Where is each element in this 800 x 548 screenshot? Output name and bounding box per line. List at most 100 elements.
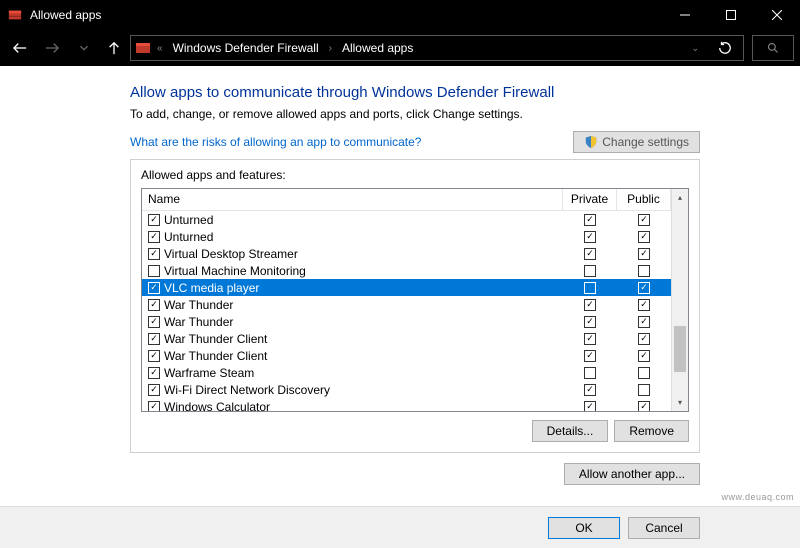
search-icon — [767, 42, 779, 54]
table-row[interactable]: VLC media player — [142, 279, 671, 296]
remove-button[interactable]: Remove — [614, 420, 689, 442]
enabled-checkbox[interactable] — [148, 333, 160, 345]
app-name: VLC media player — [162, 281, 563, 295]
public-checkbox[interactable] — [638, 401, 650, 412]
table-row[interactable]: Windows Calculator — [142, 398, 671, 411]
public-checkbox[interactable] — [638, 214, 650, 226]
window-title: Allowed apps — [30, 8, 101, 22]
panel-title: Allowed apps and features: — [141, 168, 689, 182]
enabled-checkbox[interactable] — [148, 401, 160, 412]
private-checkbox[interactable] — [584, 384, 596, 396]
chevron-down-icon[interactable]: ⌄ — [683, 43, 707, 54]
chevron-left-icon: « — [155, 43, 165, 54]
public-checkbox[interactable] — [638, 231, 650, 243]
public-checkbox[interactable] — [638, 350, 650, 362]
breadcrumb[interactable]: « Windows Defender Firewall › Allowed ap… — [130, 35, 744, 61]
minimize-button[interactable] — [662, 0, 708, 30]
search-input[interactable] — [752, 35, 794, 61]
table-row[interactable]: Unturned — [142, 211, 671, 228]
table-row[interactable]: Unturned — [142, 228, 671, 245]
public-checkbox[interactable] — [638, 316, 650, 328]
app-name: Virtual Desktop Streamer — [162, 247, 563, 261]
recent-dropdown[interactable] — [70, 34, 98, 62]
forward-button[interactable] — [38, 34, 66, 62]
table-row[interactable]: Wi-Fi Direct Network Discovery — [142, 381, 671, 398]
scroll-down-button[interactable]: ▾ — [672, 394, 688, 411]
enabled-checkbox[interactable] — [148, 299, 160, 311]
private-checkbox[interactable] — [584, 299, 596, 311]
private-checkbox[interactable] — [584, 333, 596, 345]
column-private[interactable]: Private — [563, 189, 617, 210]
app-name: War Thunder — [162, 298, 563, 312]
title-bar: Allowed apps — [0, 0, 800, 30]
app-name: War Thunder Client — [162, 332, 563, 346]
refresh-button[interactable] — [711, 36, 739, 60]
scroll-track[interactable] — [672, 206, 688, 394]
ok-button[interactable]: OK — [548, 517, 620, 539]
private-checkbox[interactable] — [584, 231, 596, 243]
enabled-checkbox[interactable] — [148, 316, 160, 328]
table-row[interactable]: War Thunder Client — [142, 347, 671, 364]
app-name: Wi-Fi Direct Network Discovery — [162, 383, 563, 397]
public-checkbox[interactable] — [638, 299, 650, 311]
private-checkbox[interactable] — [584, 248, 596, 260]
enabled-checkbox[interactable] — [148, 282, 160, 294]
scroll-up-button[interactable]: ▴ — [672, 189, 688, 206]
enabled-checkbox[interactable] — [148, 214, 160, 226]
close-button[interactable] — [754, 0, 800, 30]
app-name: War Thunder Client — [162, 349, 563, 363]
private-checkbox[interactable] — [584, 214, 596, 226]
firewall-icon — [135, 40, 151, 56]
breadcrumb-item[interactable]: Windows Defender Firewall — [169, 39, 323, 57]
enabled-checkbox[interactable] — [148, 248, 160, 260]
column-public[interactable]: Public — [617, 189, 671, 210]
scrollbar[interactable]: ▴ ▾ — [671, 189, 688, 411]
up-button[interactable] — [102, 34, 126, 62]
public-checkbox[interactable] — [638, 265, 650, 277]
title-bar-left: Allowed apps — [0, 8, 101, 22]
app-name: War Thunder — [162, 315, 563, 329]
breadcrumb-item[interactable]: Allowed apps — [338, 39, 417, 57]
private-checkbox[interactable] — [584, 265, 596, 277]
enabled-checkbox[interactable] — [148, 265, 160, 277]
table-row[interactable]: Virtual Desktop Streamer — [142, 245, 671, 262]
table-row[interactable]: Warframe Steam — [142, 364, 671, 381]
maximize-button[interactable] — [708, 0, 754, 30]
firewall-icon — [8, 8, 22, 22]
public-checkbox[interactable] — [638, 282, 650, 294]
public-checkbox[interactable] — [638, 248, 650, 260]
app-name: Unturned — [162, 230, 563, 244]
column-name[interactable]: Name — [142, 189, 563, 210]
private-checkbox[interactable] — [584, 401, 596, 412]
table-row[interactable]: War Thunder Client — [142, 330, 671, 347]
enabled-checkbox[interactable] — [148, 367, 160, 379]
table-row[interactable]: War Thunder — [142, 296, 671, 313]
scroll-thumb[interactable] — [674, 326, 686, 372]
public-checkbox[interactable] — [638, 367, 650, 379]
private-checkbox[interactable] — [584, 367, 596, 379]
details-button[interactable]: Details... — [532, 420, 609, 442]
table-row[interactable]: Virtual Machine Monitoring — [142, 262, 671, 279]
content-area: Allow apps to communicate through Window… — [0, 66, 800, 548]
enabled-checkbox[interactable] — [148, 231, 160, 243]
enabled-checkbox[interactable] — [148, 384, 160, 396]
private-checkbox[interactable] — [584, 350, 596, 362]
page-title: Allow apps to communicate through Window… — [130, 84, 700, 101]
shield-icon — [584, 135, 598, 149]
public-checkbox[interactable] — [638, 333, 650, 345]
table-row[interactable]: War Thunder — [142, 313, 671, 330]
app-name: Windows Calculator — [162, 400, 563, 412]
private-checkbox[interactable] — [584, 282, 596, 294]
allowed-apps-panel: Allowed apps and features: Name Private … — [130, 159, 700, 453]
nav-bar: « Windows Defender Firewall › Allowed ap… — [0, 30, 800, 66]
allow-another-app-button[interactable]: Allow another app... — [564, 463, 700, 485]
window-buttons — [662, 0, 800, 30]
enabled-checkbox[interactable] — [148, 350, 160, 362]
public-checkbox[interactable] — [638, 384, 650, 396]
change-settings-button[interactable]: Change settings — [573, 131, 700, 153]
cancel-button[interactable]: Cancel — [628, 517, 700, 539]
back-button[interactable] — [6, 34, 34, 62]
table-header: Name Private Public — [142, 189, 671, 211]
risks-link[interactable]: What are the risks of allowing an app to… — [130, 135, 421, 149]
private-checkbox[interactable] — [584, 316, 596, 328]
